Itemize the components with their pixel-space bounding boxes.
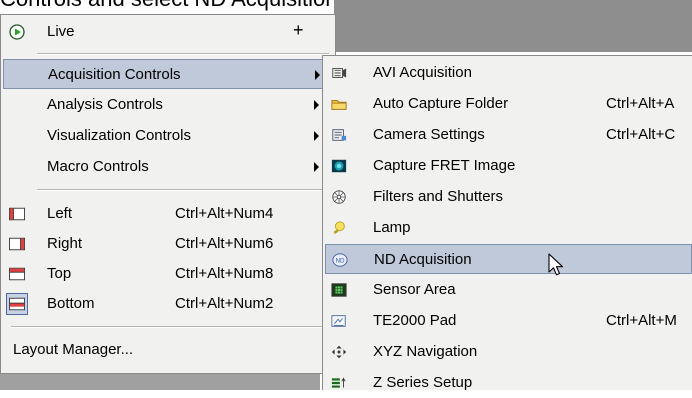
submenu-item-shortcut: Ctrl+Alt+C	[606, 126, 676, 143]
submenu-item-lamp[interactable]: Lamp	[325, 213, 692, 243]
submenu-item-label: Filters and Shutters	[373, 188, 504, 205]
sensor-icon	[331, 282, 347, 298]
submenu-arrow-icon	[314, 131, 319, 141]
submenu-item-filters-and-shutters[interactable]: Filters and Shutters	[325, 182, 692, 212]
lamp-icon	[331, 220, 347, 236]
xyz-arrows-icon	[331, 344, 347, 360]
main-context-menu: Live + Acquisition Controls Analysis Con…	[0, 14, 336, 374]
submenu-item-z-series-setup[interactable]: Z Series Setup	[325, 368, 692, 398]
submenu-item-label: Camera Settings	[373, 126, 485, 143]
dock-right-icon	[9, 236, 25, 252]
svg-text:ND: ND	[336, 258, 345, 265]
submenu-item-capture-fret-image[interactable]: Capture FRET Image	[325, 151, 692, 181]
mouse-pointer-icon	[548, 253, 564, 282]
menu-item-shortcut: Ctrl+Alt+Num4	[175, 205, 274, 222]
submenu-arrow-icon	[314, 100, 319, 110]
submenu-item-label: XYZ Navigation	[373, 343, 478, 360]
menu-separator	[37, 53, 329, 55]
pad-icon	[331, 313, 347, 329]
submenu-item-label: AVI Acquisition	[373, 64, 472, 81]
submenu-item-label: TE2000 Pad	[373, 312, 457, 329]
menu-item-dock-bottom[interactable]: Bottom Ctrl+Alt+Num2	[3, 289, 333, 319]
submenu-item-xyz-navigation[interactable]: XYZ Navigation	[325, 337, 692, 367]
acquisition-controls-submenu: AVI Acquisition Auto Capture Folder Ctrl…	[322, 55, 692, 391]
menu-item-macro-controls[interactable]: Macro Controls	[3, 152, 333, 182]
menu-item-label: Macro Controls	[47, 158, 149, 175]
dock-top-icon	[9, 266, 25, 282]
dock-left-icon	[9, 206, 25, 222]
submenu-arrow-icon	[314, 162, 319, 172]
menu-item-live[interactable]: Live +	[3, 17, 333, 47]
filter-wheel-icon	[331, 189, 347, 205]
menu-separator	[11, 326, 329, 328]
menu-item-label: Live	[47, 23, 75, 40]
menu-item-label: Top	[47, 265, 72, 282]
background-panel	[334, 0, 692, 52]
submenu-item-sensor-area[interactable]: Sensor Area	[325, 275, 692, 305]
avi-icon	[331, 65, 347, 81]
menu-item-visualization-controls[interactable]: Visualization Controls	[3, 121, 333, 151]
menu-item-label: Right	[47, 235, 83, 252]
submenu-item-label: Auto Capture Folder	[373, 95, 509, 112]
submenu-item-camera-settings[interactable]: Camera Settings Ctrl+Alt+C	[325, 120, 692, 150]
z-series-icon	[331, 375, 347, 391]
submenu-item-label: Z Series Setup	[373, 374, 473, 391]
menu-item-label: Left	[47, 205, 73, 222]
fret-icon	[331, 158, 347, 174]
submenu-item-label: Capture FRET Image	[373, 157, 516, 174]
submenu-item-avi-acquisition[interactable]: AVI Acquisition	[325, 58, 692, 88]
expand-plus-icon[interactable]: +	[293, 20, 304, 41]
submenu-item-label: Lamp	[373, 219, 411, 236]
background-strip	[0, 373, 320, 390]
menu-item-analysis-controls[interactable]: Analysis Controls	[3, 90, 333, 120]
menu-item-label: Acquisition Controls	[48, 66, 181, 83]
play-icon	[9, 24, 25, 40]
menu-item-dock-right[interactable]: Right Ctrl+Alt+Num6	[3, 229, 333, 259]
camera-settings-icon	[331, 127, 347, 143]
instruction-caption: Controls and select ND Acquisition.	[0, 0, 344, 14]
menu-item-label: Bottom	[47, 295, 95, 312]
menu-item-layout-manager[interactable]: Layout Manager...	[3, 335, 333, 365]
dock-bottom-icon	[6, 293, 28, 315]
submenu-item-te2000-pad[interactable]: TE2000 Pad Ctrl+Alt+M	[325, 306, 692, 336]
menu-item-shortcut: Ctrl+Alt+Num2	[175, 295, 274, 312]
submenu-item-shortcut: Ctrl+Alt+M	[606, 312, 677, 329]
submenu-item-label: ND Acquisition	[374, 251, 472, 268]
menu-item-label: Analysis Controls	[47, 96, 163, 113]
menu-item-label: Visualization Controls	[47, 127, 191, 144]
submenu-item-auto-capture-folder[interactable]: Auto Capture Folder Ctrl+Alt+A	[325, 89, 692, 119]
menu-item-label: Layout Manager...	[13, 341, 134, 358]
submenu-item-label: Sensor Area	[373, 281, 456, 298]
folder-icon	[331, 96, 347, 112]
menu-item-dock-top[interactable]: Top Ctrl+Alt+Num8	[3, 259, 333, 289]
menu-item-shortcut: Ctrl+Alt+Num8	[175, 265, 274, 282]
nd-icon: ND	[332, 252, 348, 268]
menu-item-acquisition-controls[interactable]: Acquisition Controls	[3, 59, 333, 89]
menu-item-shortcut: Ctrl+Alt+Num6	[175, 235, 274, 252]
submenu-item-shortcut: Ctrl+Alt+A	[606, 95, 675, 112]
menu-item-dock-left[interactable]: Left Ctrl+Alt+Num4	[3, 199, 333, 229]
menu-separator	[37, 189, 329, 191]
submenu-item-nd-acquisition[interactable]: ND ND Acquisition	[325, 244, 692, 274]
submenu-arrow-icon	[315, 70, 320, 80]
